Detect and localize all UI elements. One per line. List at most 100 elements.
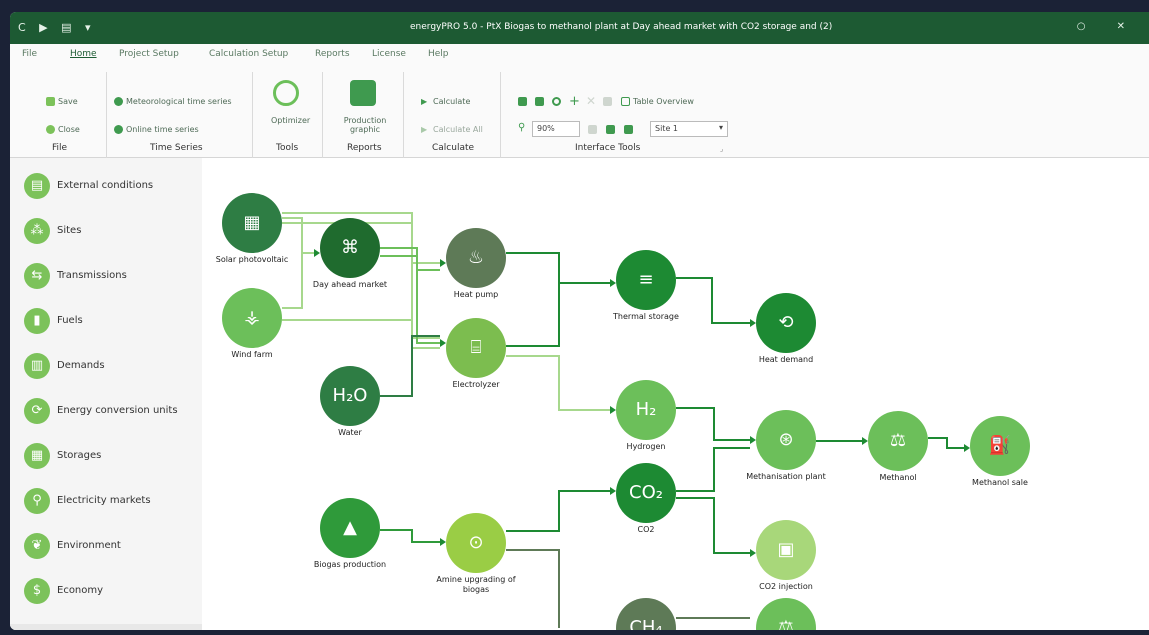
- menu-file[interactable]: File: [22, 49, 37, 59]
- edge-heatpump-thermal: [506, 252, 610, 284]
- node-label-heatpump: Heat pump: [453, 290, 499, 299]
- ribbon: Save Close File Meteorological time seri…: [10, 66, 1149, 158]
- diagram-canvas[interactable]: ▦ Solar photovoltaic ⚶ Wind farm ⌘ Day ahead …: [202, 158, 1149, 630]
- copy-icon[interactable]: [603, 97, 612, 106]
- node-label-methanation: Methanisation plant: [746, 472, 826, 481]
- zoom-value: 90%: [537, 124, 555, 133]
- transmission-icon: ⇆: [24, 263, 50, 289]
- co2inj-icon: ▣: [777, 539, 795, 560]
- node-co2inj[interactable]: ▣: [756, 520, 816, 580]
- money-icon: $: [24, 578, 50, 604]
- expand-icon[interactable]: ⌟: [720, 145, 723, 153]
- node-bottom[interactable]: ⚖: [756, 598, 816, 630]
- node-co2[interactable]: CO₂: [616, 463, 676, 523]
- menu-calculation-setup[interactable]: Calculation Setup: [209, 49, 288, 59]
- node-methanation[interactable]: ⊛: [756, 410, 816, 470]
- globe-icon: [114, 97, 123, 106]
- node-label-methanol: Methanol: [879, 473, 917, 482]
- conversion-icon: ⟳: [24, 398, 50, 424]
- node-amine[interactable]: ⊙: [446, 513, 506, 573]
- methanation-icon: ⊛: [778, 429, 794, 450]
- site-select[interactable]: Site 1 ▾: [650, 121, 728, 137]
- fit-icon[interactable]: [588, 125, 597, 134]
- sidebar-item-external-conditions[interactable]: ▤ External conditions: [24, 173, 199, 201]
- node-water[interactable]: H₂O: [320, 366, 380, 426]
- node-thermal[interactable]: ≡: [616, 250, 676, 310]
- sidebar-item-energy-conversion-units[interactable]: ⟳ Energy conversion units: [24, 398, 199, 426]
- node-label-methanolsale: Methanol sale: [972, 478, 1028, 487]
- node-heatdemand[interactable]: ⟲: [756, 293, 816, 353]
- node-hydrogen[interactable]: H₂: [616, 380, 676, 440]
- delete-icon[interactable]: ✕: [586, 94, 596, 108]
- ribbon-separator: [252, 72, 253, 158]
- node-solar[interactable]: ▦: [222, 193, 282, 253]
- sidebar-item-demands[interactable]: ▥ Demands: [24, 353, 199, 381]
- close-icon: [46, 125, 55, 134]
- ribbon-separator: [403, 72, 404, 158]
- folder-icon[interactable]: [624, 125, 633, 134]
- node-wind[interactable]: ⚶: [222, 288, 282, 348]
- zoom-input[interactable]: 90%: [532, 121, 580, 137]
- calculate-all-label: Calculate All: [433, 125, 483, 134]
- edge-hydrogen-methanation: [676, 407, 750, 441]
- sidebar-item-electricity-markets[interactable]: ⚲ Electricity markets: [24, 488, 199, 516]
- home-icon[interactable]: [606, 125, 615, 134]
- ribbon-separator: [106, 72, 107, 158]
- heatpump-icon: ♨: [467, 247, 485, 268]
- table-overview-checkbox[interactable]: [621, 97, 630, 106]
- node-heatpump[interactable]: ♨: [446, 228, 506, 288]
- refresh-icon[interactable]: [552, 97, 561, 106]
- save-icon: [46, 97, 55, 106]
- group-label-file: File: [52, 143, 68, 153]
- window-controls[interactable]: ○ ✕: [1077, 21, 1139, 32]
- sidebar-item-label: Sites: [57, 225, 82, 236]
- sidebar-item-storages[interactable]: ▦ Storages: [24, 443, 199, 471]
- edge-dayahead-heatpump: [380, 247, 440, 271]
- sidebar-item-label: Demands: [57, 360, 105, 371]
- add-icon[interactable]: +: [569, 94, 580, 109]
- node-electrolyzer[interactable]: ⌸: [446, 318, 506, 378]
- sidebar-item-label: Electricity markets: [57, 495, 151, 506]
- edge-electrolyzer-hydrogen: [506, 355, 610, 411]
- play-icon: ▶: [421, 97, 428, 106]
- status-bar: [10, 624, 202, 630]
- thermal-icon: ≡: [638, 269, 654, 290]
- menu-help[interactable]: Help: [428, 49, 449, 59]
- menu-home[interactable]: Home: [70, 49, 97, 59]
- sidebar-item-transmissions[interactable]: ⇆ Transmissions: [24, 263, 199, 291]
- sidebar-item-environment[interactable]: ❦ Environment: [24, 533, 199, 561]
- node-label-dayahead: Day ahead market: [312, 280, 388, 289]
- menu-project-setup[interactable]: Project Setup: [119, 49, 179, 59]
- production-graphic-icon: [350, 80, 376, 106]
- edge-co2-methanation: [676, 447, 750, 492]
- node-ch4[interactable]: CH₄: [616, 598, 676, 630]
- cloud-icon: [114, 125, 123, 134]
- node-methanolsale[interactable]: ⛽: [970, 416, 1030, 476]
- edge-amine-co2: [506, 490, 610, 532]
- group-label-reports: Reports: [347, 143, 382, 153]
- sidebar-item-label: Energy conversion units: [57, 405, 178, 416]
- sidebar-item-label: Environment: [57, 540, 121, 551]
- methanolsale-icon: ⛽: [988, 435, 1012, 456]
- sidebar-item-fuels[interactable]: ▮ Fuels: [24, 308, 199, 336]
- sidebar-item-sites[interactable]: ⁂ Sites: [24, 218, 199, 246]
- node-label-wind: Wind farm: [231, 350, 273, 359]
- square-icon[interactable]: [535, 97, 544, 106]
- node-biogas[interactable]: ▲: [320, 498, 380, 558]
- node-methanol[interactable]: ⚖: [868, 411, 928, 471]
- quick-access-toolbar[interactable]: C ▶ ▤ ▾: [18, 21, 96, 34]
- node-label-heatdemand: Heat demand: [758, 355, 814, 364]
- menu-reports[interactable]: Reports: [315, 49, 350, 59]
- sidebar-item-label: Storages: [57, 450, 102, 461]
- ribbon-separator: [322, 72, 323, 158]
- solar-icon: ▦: [243, 212, 261, 233]
- node-dayahead[interactable]: ⌘: [320, 218, 380, 278]
- node-label-amine: Amine upgrading of biogas: [436, 575, 516, 594]
- grid-icon[interactable]: [518, 97, 527, 106]
- sidebar-item-label: External conditions: [57, 180, 154, 191]
- app-window: C ▶ ▤ ▾ energyPRO 5.0 - PtX Biogas to me…: [10, 12, 1149, 630]
- node-label-co2: CO2: [637, 525, 655, 534]
- sidebar-item-economy[interactable]: $ Economy: [24, 578, 199, 606]
- node-label-hydrogen: Hydrogen: [626, 442, 666, 451]
- menu-license[interactable]: License: [372, 49, 406, 59]
